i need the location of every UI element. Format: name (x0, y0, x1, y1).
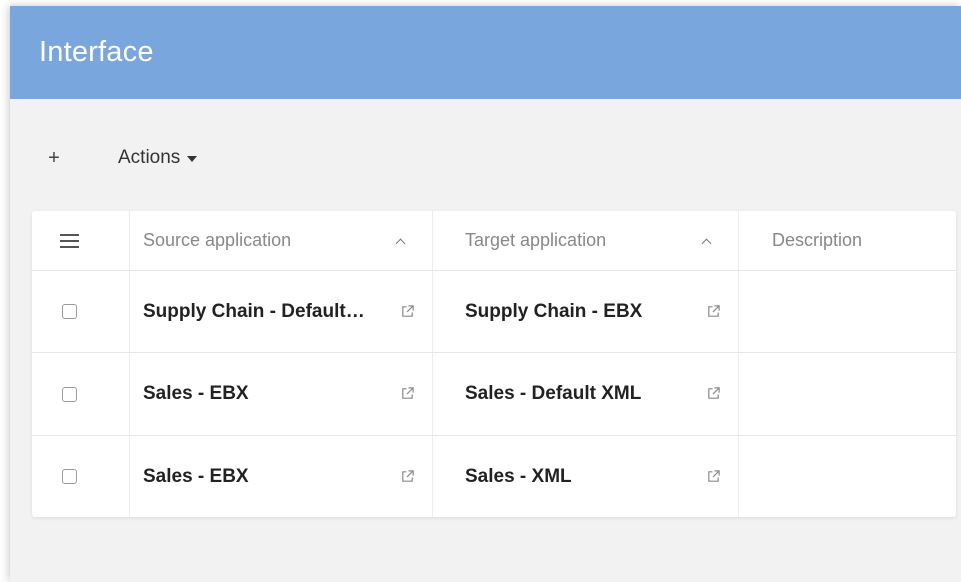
add-button[interactable]: + (44, 148, 64, 168)
column-menu-cell (32, 211, 130, 270)
description-cell (739, 271, 956, 352)
source-application-cell: Supply Chain - Default XML (130, 271, 433, 352)
interface-table: Source application Target application De… (32, 211, 956, 517)
target-application-link[interactable]: Supply Chain - EBX (465, 301, 642, 323)
source-application-link[interactable]: Sales - EBX (143, 466, 249, 488)
external-link-icon[interactable] (400, 386, 415, 401)
table-row[interactable]: Supply Chain - Default XML Supply Chain … (32, 271, 956, 353)
app-window: Interface + Actions Source application T… (10, 6, 961, 582)
description-cell (739, 436, 956, 517)
table-row[interactable]: Sales - EBX Sales - XML (32, 436, 956, 517)
column-header-source-application[interactable]: Source application (130, 211, 433, 270)
target-application-cell: Sales - XML (433, 436, 739, 517)
caret-down-icon (187, 156, 198, 162)
menu-icon[interactable] (60, 233, 79, 248)
source-application-link[interactable]: Sales - EBX (143, 383, 249, 405)
target-application-cell: Supply Chain - EBX (433, 271, 739, 352)
chevron-up-icon[interactable] (395, 238, 406, 248)
target-application-cell: Sales - Default XML (433, 353, 739, 435)
external-link-icon[interactable] (706, 386, 721, 401)
external-link-icon[interactable] (400, 469, 415, 484)
column-header-target-application[interactable]: Target application (433, 211, 739, 270)
external-link-icon[interactable] (706, 469, 721, 484)
column-header-description[interactable]: Description (739, 211, 956, 270)
page-title: Interface (39, 36, 154, 68)
row-select-cell (32, 271, 130, 352)
actions-dropdown-button[interactable]: Actions (118, 147, 198, 169)
description-cell (739, 353, 956, 435)
source-application-cell: Sales - EBX (130, 436, 433, 517)
column-header-label: Description (772, 230, 863, 250)
row-checkbox[interactable] (62, 386, 77, 402)
column-header-label: Target application (465, 230, 607, 250)
target-application-link[interactable]: Sales - XML (465, 466, 572, 488)
source-application-cell: Sales - EBX (130, 353, 433, 435)
row-select-cell (32, 353, 130, 435)
row-checkbox[interactable] (62, 469, 77, 484)
column-header-label: Source application (143, 230, 292, 250)
external-link-icon[interactable] (400, 304, 415, 319)
page-header: Interface (10, 6, 961, 99)
chevron-up-icon[interactable] (701, 238, 712, 248)
actions-label: Actions (118, 147, 181, 168)
toolbar: + Actions (10, 140, 961, 176)
table-header-row: Source application Target application De… (32, 211, 956, 271)
row-select-cell (32, 436, 130, 517)
row-checkbox[interactable] (62, 304, 77, 319)
external-link-icon[interactable] (706, 304, 721, 319)
target-application-link[interactable]: Sales - Default XML (465, 383, 641, 405)
table-row[interactable]: Sales - EBX Sales - Default XML (32, 353, 956, 436)
source-application-link[interactable]: Supply Chain - Default XML (143, 301, 369, 323)
